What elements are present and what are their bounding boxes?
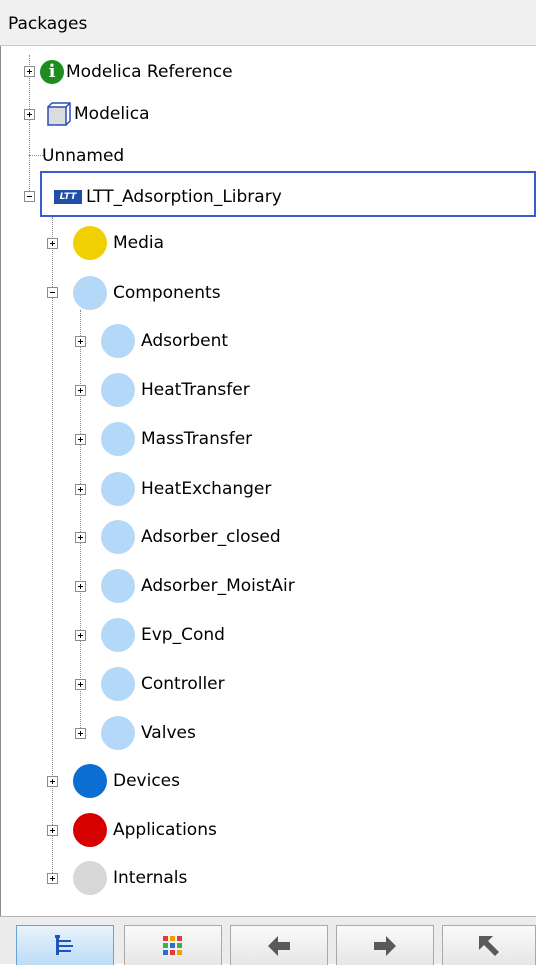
collapse-components[interactable] — [47, 287, 58, 298]
tree-item-media[interactable]: Media — [73, 226, 165, 260]
tree-item-heatexchanger[interactable]: HeatExchanger — [101, 472, 272, 506]
tree-item-adsorbent[interactable]: Adsorbent — [101, 324, 229, 358]
internals-package-icon — [73, 861, 107, 895]
expand-adsorber-closed[interactable] — [75, 532, 86, 543]
arrow-left-icon — [268, 935, 290, 956]
expand-devices[interactable] — [47, 776, 58, 787]
tree-item-label: Components — [113, 283, 221, 303]
tree-item-valves[interactable]: Valves — [101, 716, 196, 750]
tree-item-label: Unnamed — [42, 146, 125, 166]
tree-item-label: Media — [113, 233, 165, 253]
components-package-icon — [73, 276, 107, 310]
expand-modelica[interactable] — [24, 109, 35, 120]
tree-connector — [80, 310, 81, 734]
back-button[interactable] — [230, 925, 328, 965]
tree-connector — [29, 155, 43, 156]
expand-adsorber-moistair[interactable] — [75, 581, 86, 592]
expand-heattransfer[interactable] — [75, 385, 86, 396]
package-icon — [101, 716, 135, 750]
panel-header: Packages — [0, 0, 536, 46]
expand-internals[interactable] — [47, 873, 58, 884]
expand-valves[interactable] — [75, 728, 86, 739]
media-package-icon — [73, 226, 107, 260]
tree-view-button[interactable] — [16, 925, 114, 965]
tree-item-label: Evp_Cond — [141, 625, 225, 645]
tree-item-label: Adsorber_closed — [141, 527, 281, 547]
tree-item-controller[interactable]: Controller — [101, 667, 225, 701]
package-icon — [101, 569, 135, 603]
tree-item-ltt-adsorption-library[interactable]: LTT LTT_Adsorption_Library — [54, 182, 282, 212]
tree-item-modelica[interactable]: Modelica — [46, 99, 150, 129]
tree-item-label: HeatTransfer — [141, 380, 250, 400]
tree-item-applications[interactable]: Applications — [73, 813, 217, 847]
tree-item-adsorber-moistair[interactable]: Adsorber_MoistAir — [101, 569, 295, 603]
library-icon: LTT — [54, 190, 82, 204]
tree-item-label: LTT_Adsorption_Library — [86, 187, 282, 207]
tree-item-evp-cond[interactable]: Evp_Cond — [101, 618, 225, 652]
tree-item-heattransfer[interactable]: HeatTransfer — [101, 373, 250, 407]
collapse-library[interactable] — [24, 191, 35, 202]
expand-media[interactable] — [47, 238, 58, 249]
applications-package-icon — [73, 813, 107, 847]
package-icon — [101, 472, 135, 506]
tree-item-label: Modelica — [74, 104, 150, 124]
arrow-right-icon — [374, 935, 396, 956]
tree-item-label: Modelica Reference — [66, 62, 233, 82]
tree-item-label: Adsorbent — [141, 331, 229, 351]
forward-button[interactable] — [336, 925, 434, 965]
expand-evp-cond[interactable] — [75, 630, 86, 641]
expand-adsorbent[interactable] — [75, 336, 86, 347]
tree-item-label: MassTransfer — [141, 429, 253, 449]
package-icon — [101, 520, 135, 554]
bottom-toolbar — [0, 916, 536, 965]
tree-item-modelica-reference[interactable]: i Modelica Reference — [40, 57, 233, 87]
package-icon — [101, 667, 135, 701]
grid-view-icon — [163, 935, 182, 955]
tree-item-unnamed[interactable]: Unnamed — [42, 141, 124, 171]
tree-item-label: Controller — [141, 674, 225, 694]
up-button[interactable] — [442, 925, 536, 965]
grid-view-button[interactable] — [124, 925, 222, 965]
expand-modelica-reference[interactable] — [24, 66, 35, 77]
expand-applications[interactable] — [47, 825, 58, 836]
tree-item-masstransfer[interactable]: MassTransfer — [101, 422, 253, 456]
tree-item-label: Internals — [113, 868, 188, 888]
tree-item-label: Valves — [141, 723, 196, 743]
expand-masstransfer[interactable] — [75, 434, 86, 445]
package-icon — [101, 618, 135, 652]
package-icon — [101, 422, 135, 456]
tree-item-devices[interactable]: Devices — [73, 764, 180, 798]
tree-item-label: Applications — [113, 820, 217, 840]
info-icon: i — [40, 60, 64, 84]
package-icon — [47, 102, 71, 126]
package-icon — [101, 324, 135, 358]
tree-item-components[interactable]: Components — [73, 276, 221, 310]
arrow-up-left-icon — [479, 935, 499, 956]
expand-heatexchanger[interactable] — [75, 484, 86, 495]
tree-item-label: Adsorber_MoistAir — [141, 576, 295, 596]
tree-view-icon — [55, 934, 73, 955]
panel-title: Packages — [8, 14, 88, 34]
tree-item-label: Devices — [113, 771, 180, 791]
tree-item-internals[interactable]: Internals — [73, 861, 188, 895]
tree-item-label: HeatExchanger — [141, 479, 272, 499]
devices-package-icon — [73, 764, 107, 798]
tree-item-adsorber-closed[interactable]: Adsorber_closed — [101, 520, 281, 554]
package-icon — [101, 373, 135, 407]
expand-controller[interactable] — [75, 679, 86, 690]
